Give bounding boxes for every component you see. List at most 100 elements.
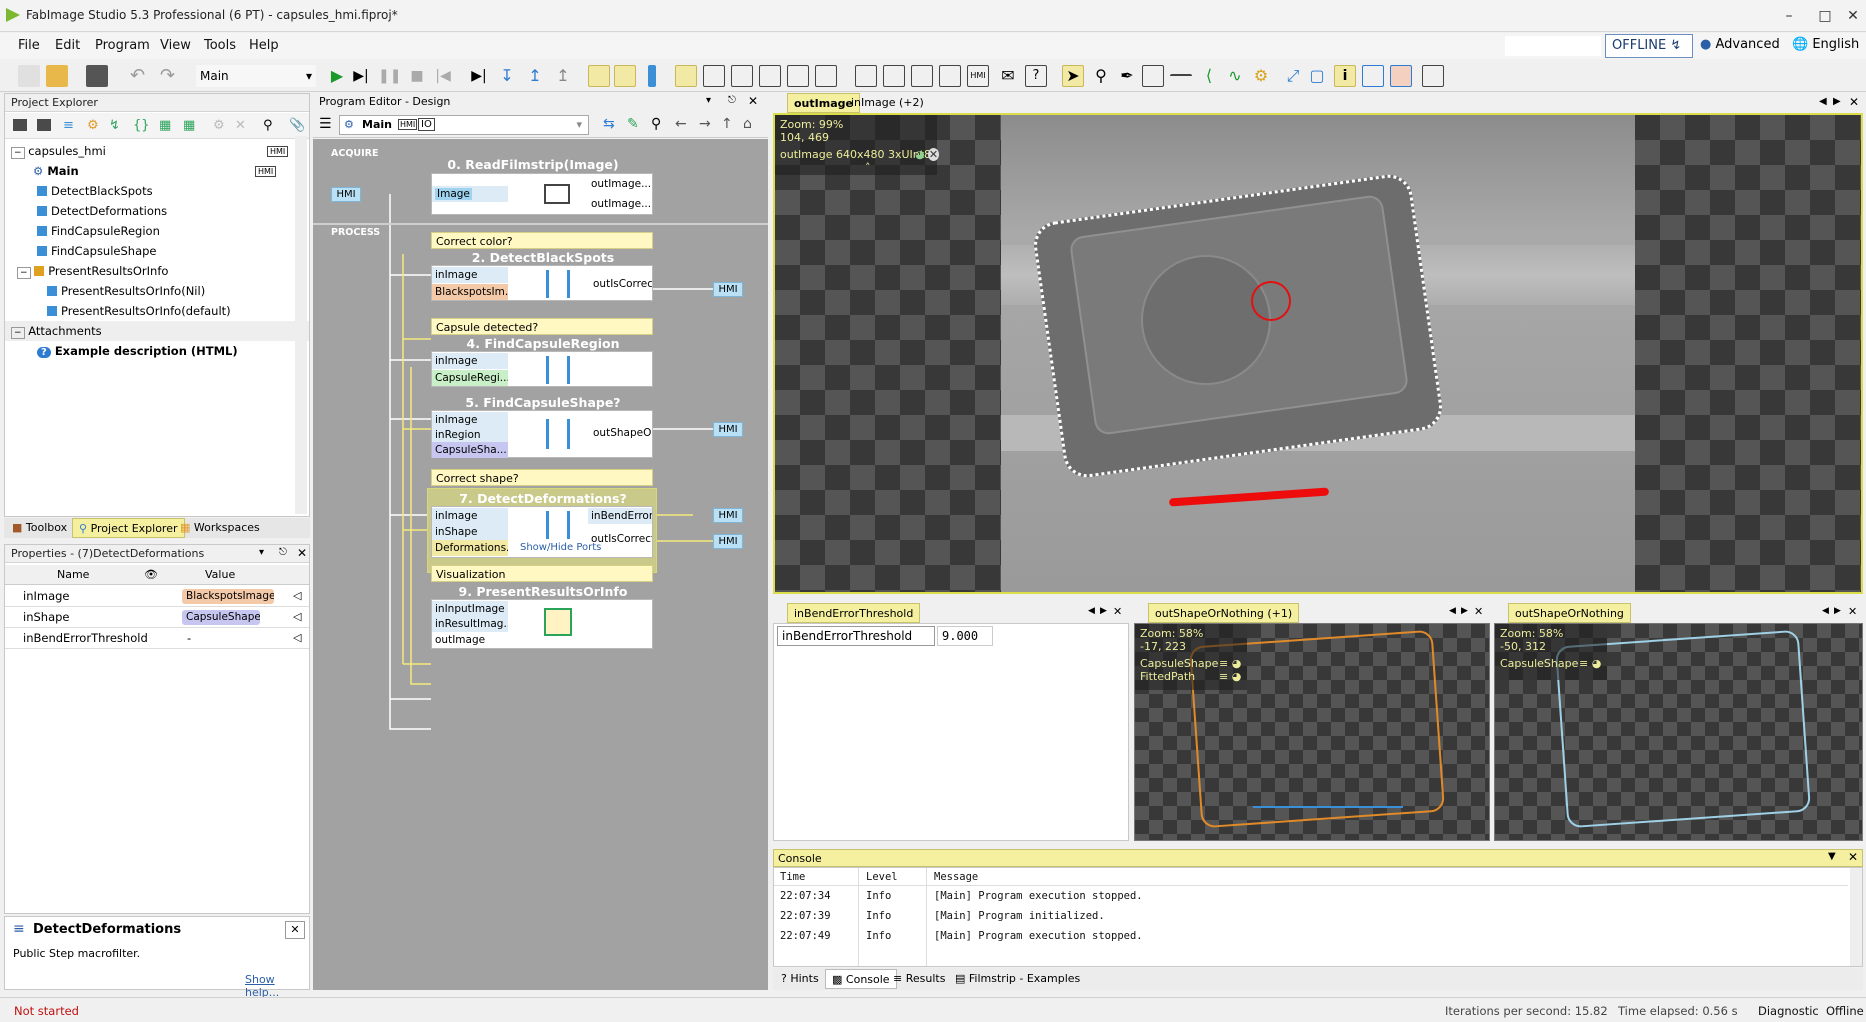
port-image[interactable]: Image xyxy=(432,186,508,202)
tab-toolbox[interactable]: ■ Toolbox xyxy=(6,518,73,538)
layout-c-icon[interactable] xyxy=(731,65,753,87)
maximize-button[interactable]: □ xyxy=(1812,6,1838,26)
properties-close-icon[interactable]: ✕ xyxy=(297,546,307,560)
save-icon[interactable] xyxy=(86,65,108,87)
comment-correct-color[interactable]: Correct color? xyxy=(431,232,653,249)
port-outimage-1[interactable]: outImage... xyxy=(588,176,652,192)
search-box[interactable] xyxy=(1505,36,1601,56)
view-a-icon[interactable] xyxy=(855,65,877,87)
attach-icon[interactable]: 📎 xyxy=(289,118,305,133)
subview-close-icon[interactable]: ✕ xyxy=(1474,605,1483,618)
port-inbenderrorthreshold[interactable]: inBendErrorT... xyxy=(588,508,652,524)
layout-a-icon[interactable] xyxy=(675,65,697,87)
settings-icon[interactable]: ⚙ xyxy=(1250,65,1272,87)
add-module-icon[interactable]: ▦ xyxy=(159,118,171,133)
collapse-icon[interactable]: ˄ xyxy=(865,161,871,174)
menu-file[interactable]: File xyxy=(18,38,40,53)
properties-gear-icon[interactable]: ⚙ xyxy=(213,118,225,133)
hmi-link[interactable]: HMI xyxy=(713,534,743,549)
subview-shape-2[interactable]: Zoom: 58% -50, 312 CapsuleShape ≡ ◕ xyxy=(1494,623,1863,841)
tab-left-icon[interactable]: ◀ xyxy=(1819,96,1827,107)
roi-icon[interactable] xyxy=(1142,65,1164,87)
block-detectblackspots[interactable]: inImage BlackspotsIm... outIsCorrect xyxy=(431,265,653,301)
port-inimage[interactable]: inImage xyxy=(432,412,508,428)
block-title-findcapsuleregion[interactable]: 4. FindCapsuleRegion xyxy=(433,336,653,351)
back-icon[interactable]: ← xyxy=(675,116,687,132)
port-capsuleshape[interactable]: CapsuleSha... xyxy=(432,442,508,458)
shape-icon[interactable] xyxy=(1422,65,1444,87)
comment-correct-shape[interactable]: Correct shape? xyxy=(431,469,653,486)
step-out-icon[interactable]: ↥ xyxy=(524,65,546,87)
ruler-icon[interactable] xyxy=(1170,74,1192,82)
link-icon[interactable]: ◁ xyxy=(293,631,301,644)
layout-b-icon[interactable] xyxy=(703,65,725,87)
hmi-icon[interactable]: HMI xyxy=(967,65,989,87)
subview-shape-1[interactable]: Zoom: 58% -17, 223 CapsuleShape FittedPa… xyxy=(1134,623,1490,841)
layer-capsuleshape[interactable]: CapsuleShape xyxy=(1500,657,1578,670)
fit-icon[interactable]: ⤢ xyxy=(1282,65,1304,87)
block-readfilmstrip[interactable]: Image outImage... outImage... xyxy=(431,173,653,215)
block-detectdeformations[interactable]: inImage inShape Deformations... Show/Hid… xyxy=(431,506,653,558)
add-macro-icon[interactable] xyxy=(13,119,27,131)
tab-hints[interactable]: ? Hints xyxy=(775,969,825,989)
pointer-icon[interactable]: ➤ xyxy=(1062,65,1084,87)
layer-options-icon[interactable]: ≡ ◕ xyxy=(1219,657,1241,670)
port-capsuleregion[interactable]: CapsuleRegi... xyxy=(432,370,508,386)
eraser-icon[interactable] xyxy=(1390,65,1412,87)
diagnostic-toggle[interactable]: Diagnostic xyxy=(1758,1004,1819,1018)
port-inimage[interactable]: inImage xyxy=(432,267,508,283)
console-row[interactable]: 22:07:39 Info [Main] Program initialized… xyxy=(774,907,1848,927)
menu-help[interactable]: Help xyxy=(249,38,279,53)
pause-icon[interactable]: ❚❚ xyxy=(378,65,401,87)
help-icon[interactable]: ? xyxy=(1025,65,1047,87)
layer-fittedpath[interactable]: FittedPath xyxy=(1140,670,1195,683)
layout-e-icon[interactable] xyxy=(787,65,809,87)
language-button[interactable]: 🌐 English xyxy=(1792,37,1859,52)
port-outiscorrect[interactable]: outIsCorrect? xyxy=(588,531,652,547)
comment-capsule-detected[interactable]: Capsule detected? xyxy=(431,318,653,335)
tree-attachments[interactable]: − Attachments xyxy=(5,321,309,341)
up-icon[interactable]: ↑ xyxy=(721,116,733,132)
open-folder-icon[interactable] xyxy=(46,65,68,87)
port-deformations[interactable]: Deformations... xyxy=(432,540,508,556)
link-icon[interactable]: ◁ xyxy=(293,610,301,623)
step-into-icon[interactable]: ↧ xyxy=(496,65,518,87)
macro-select[interactable]: Main ▾ xyxy=(196,65,316,87)
iterate-icon[interactable]: ▶| xyxy=(350,65,372,87)
gauge-icon[interactable]: ◕ xyxy=(915,148,925,161)
tree-item-detectdeformations[interactable]: DetectDeformations1 xyxy=(37,201,307,221)
port-outiscorrect[interactable]: outIsCorrect xyxy=(590,276,652,292)
block-title-detectblackspots[interactable]: 2. DetectBlackSpots xyxy=(433,250,653,265)
prop-value-inbenderror[interactable]: - xyxy=(187,628,191,648)
undo-icon[interactable]: ↶ xyxy=(130,65,152,87)
info-icon[interactable]: i xyxy=(1334,65,1356,87)
add-variant-icon[interactable]: ↯ xyxy=(109,118,120,133)
image-viewer[interactable]: Zoom: 99% 104, 469 outImage 640x480 3xUI… xyxy=(773,113,1863,594)
prop-value-inshape[interactable]: CapsuleShape xyxy=(182,610,260,625)
table-icon[interactable] xyxy=(1362,65,1384,87)
tab-results[interactable]: ≡ Results xyxy=(887,969,951,989)
port-outshapeornothing[interactable]: outShapeOr... xyxy=(590,425,652,441)
forward-icon[interactable]: → xyxy=(699,116,711,132)
add-task-icon[interactable]: ⚙ xyxy=(87,118,99,133)
block-findcapsuleregion[interactable]: inImage CapsuleRegi... xyxy=(431,351,653,387)
tree-item-findcapsuleshape[interactable]: FindCapsuleShape1 xyxy=(37,241,307,261)
block-title-readfilmstrip[interactable]: 0. ReadFilmstrip(Image) xyxy=(433,157,633,172)
tree-item-detectblackspots[interactable]: DetectBlackSpots1 xyxy=(37,181,307,201)
search-icon[interactable]: ⚲ xyxy=(263,118,273,133)
step-back-icon[interactable]: |◀ xyxy=(432,65,454,87)
port-inresultimage[interactable]: inResultImag... xyxy=(432,616,508,632)
angle-icon[interactable]: ⟨ xyxy=(1198,65,1220,87)
fullscreen-icon[interactable]: ▢ xyxy=(1306,65,1328,87)
subview-close-icon[interactable]: ✕ xyxy=(1848,605,1857,618)
home-icon[interactable]: ⌂ xyxy=(743,116,752,132)
tree-item-presentresultsorinfo[interactable]: − PresentResultsOrInfo1 xyxy=(17,261,307,281)
project-explorer-scrollbar[interactable] xyxy=(295,136,307,514)
properties-dropdown-icon[interactable]: ▾ xyxy=(259,547,264,558)
menu-program[interactable]: Program xyxy=(95,38,150,53)
block-title-presentresultsorinfo[interactable]: 9. PresentResultsOrInfo xyxy=(433,584,653,599)
tab-right-icon[interactable]: ▶ xyxy=(1100,606,1107,616)
delete-icon[interactable]: ✕ xyxy=(235,118,246,133)
tree-item-example-description[interactable]: ? Example description (HTML) xyxy=(37,341,238,361)
mail-icon[interactable]: ✉ xyxy=(997,65,1019,87)
